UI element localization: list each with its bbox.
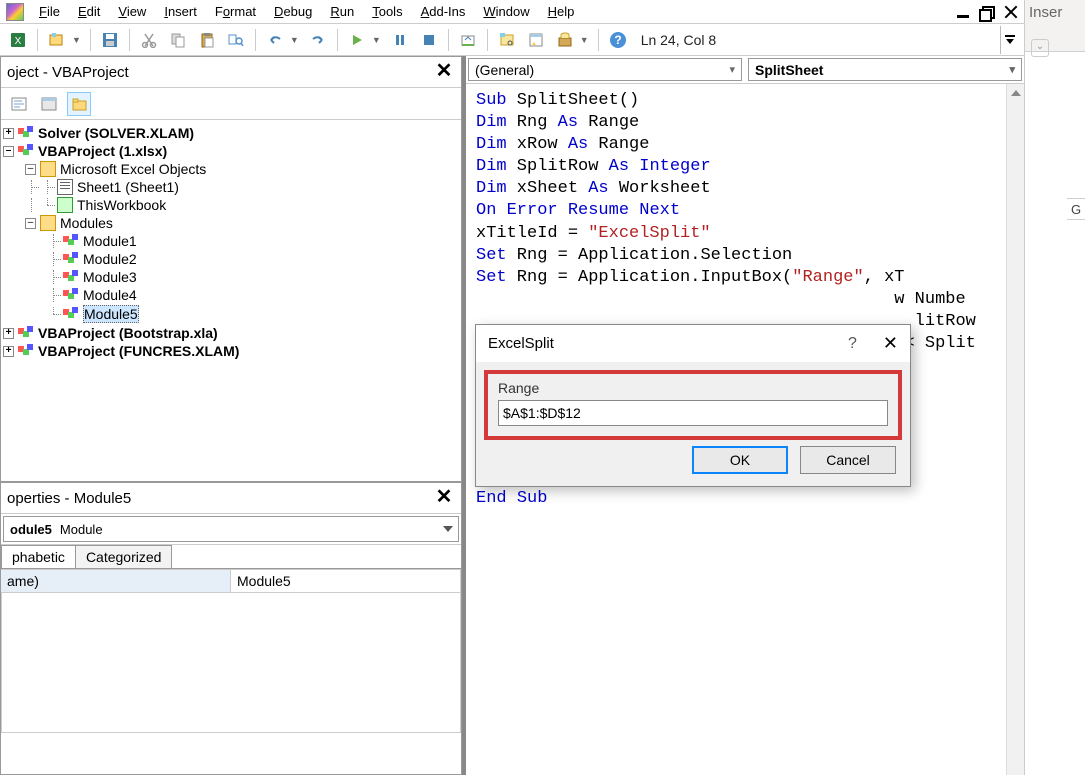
tree-item-modules[interactable]: Modules: [60, 215, 113, 231]
reset-icon[interactable]: [417, 28, 441, 52]
ok-button[interactable]: OK: [692, 446, 788, 474]
design-mode-icon[interactable]: [456, 28, 480, 52]
help-icon[interactable]: ?: [848, 335, 857, 353]
properties-window-icon[interactable]: [524, 28, 548, 52]
close-icon[interactable]: ✕: [883, 333, 898, 354]
code-line: w Numbe: [476, 289, 1014, 311]
dialog-field-label: Range: [498, 380, 888, 396]
save-icon[interactable]: [98, 28, 122, 52]
project-explorer-title: oject - VBAProject: [7, 64, 129, 81]
svg-text:?: ?: [614, 33, 621, 47]
view-code-icon[interactable]: [7, 92, 31, 116]
properties-title: operties - Module5: [7, 490, 131, 507]
toolbar-overflow[interactable]: [1000, 26, 1018, 54]
menu-insert[interactable]: Insert: [155, 2, 206, 21]
project-tree[interactable]: +Solver (SOLVER.XLAM) –VBAProject (1.xls…: [1, 120, 461, 481]
properties-object-selector[interactable]: odule5 Module: [3, 516, 459, 542]
code-line: End Sub: [476, 488, 1014, 510]
cut-icon[interactable]: [137, 28, 161, 52]
menu-edit[interactable]: Edit: [69, 2, 109, 21]
app-icon: [6, 3, 24, 21]
help-icon[interactable]: ?: [606, 28, 630, 52]
scrollbar-vertical[interactable]: [1006, 84, 1024, 775]
menu-help[interactable]: Help: [539, 2, 584, 21]
menu-debug[interactable]: Debug: [265, 2, 321, 21]
redo-icon[interactable]: [306, 28, 330, 52]
code-line: Dim Rng As Range: [476, 112, 1014, 134]
tree-item-funcres[interactable]: VBAProject (FUNCRES.XLAM): [38, 343, 239, 359]
close-icon[interactable]: ✕: [433, 61, 455, 83]
menu-tools[interactable]: Tools: [363, 2, 411, 21]
tab-alphabetic[interactable]: phabetic: [1, 545, 76, 568]
column-header-g[interactable]: G: [1067, 198, 1085, 220]
tree-item-module3[interactable]: Module3: [83, 269, 137, 285]
menu-bar: FileEditViewInsertFormatDebugRunToolsAdd…: [0, 0, 1024, 24]
break-icon[interactable]: [388, 28, 412, 52]
cancel-button[interactable]: Cancel: [800, 446, 896, 474]
close-icon[interactable]: ✕: [433, 487, 455, 509]
code-line: Dim xRow As Range: [476, 134, 1014, 156]
properties-panel: operties - Module5 ✕ odule5 Module phabe…: [0, 482, 462, 775]
menu-add-ins[interactable]: Add-Ins: [412, 2, 475, 21]
tree-item-sheet1[interactable]: Sheet1 (Sheet1): [77, 179, 179, 195]
toggle-folders-icon[interactable]: [67, 92, 91, 116]
menu-run[interactable]: Run: [321, 2, 363, 21]
menu-view[interactable]: View: [109, 2, 155, 21]
tree-item-module4[interactable]: Module4: [83, 287, 137, 303]
menu-format[interactable]: Format: [206, 2, 265, 21]
close-button[interactable]: [1004, 5, 1018, 19]
range-input[interactable]: [498, 400, 888, 426]
inputbox-dialog: ExcelSplit ? ✕ Range OK Cancel: [475, 324, 911, 487]
tree-item-bootstrap[interactable]: VBAProject (Bootstrap.xla): [38, 325, 218, 341]
cursor-position: Ln 24, Col 8: [641, 32, 717, 48]
menu-window[interactable]: Window: [474, 2, 538, 21]
view-object-icon[interactable]: [37, 92, 61, 116]
tree-item-module2[interactable]: Module2: [83, 251, 137, 267]
excel-window-sliver: Inser ⌄ G: [1024, 0, 1085, 775]
code-line: Set Rng = Application.Selection: [476, 245, 1014, 267]
excel-icon[interactable]: X: [6, 28, 30, 52]
tab-categorized[interactable]: Categorized: [75, 545, 173, 568]
run-icon[interactable]: [345, 28, 369, 52]
minimize-button[interactable]: [956, 5, 970, 19]
tree-item-module5[interactable]: Module5: [83, 305, 139, 323]
code-line: xTitleId = "ExcelSplit": [476, 223, 1014, 245]
dialog-title: ExcelSplit: [488, 335, 554, 352]
code-line: On Error Resume Next: [476, 200, 1014, 222]
copy-icon[interactable]: [166, 28, 190, 52]
chevron-down-icon[interactable]: ⌄: [1031, 39, 1049, 57]
paste-icon[interactable]: [195, 28, 219, 52]
menu-file[interactable]: File: [30, 2, 69, 21]
procedure-dropdown[interactable]: SplitSheet ▾: [748, 58, 1022, 81]
tree-item-solver[interactable]: Solver (SOLVER.XLAM): [38, 125, 194, 141]
code-line: Sub SplitSheet(): [476, 90, 1014, 112]
insert-object-icon[interactable]: [45, 28, 69, 52]
main-toolbar: X ▼ ▼ ▼ ▼ ? Ln 24, Col 8: [0, 24, 1024, 56]
restore-button[interactable]: [980, 5, 994, 19]
object-dropdown[interactable]: (General) ▾: [468, 58, 742, 81]
tree-item-excel-objects[interactable]: Microsoft Excel Objects: [60, 161, 206, 177]
tree-item-module1[interactable]: Module1: [83, 233, 137, 249]
property-name-label: ame): [1, 570, 231, 593]
object-browser-icon[interactable]: [553, 28, 577, 52]
code-line: Dim SplitRow As Integer: [476, 156, 1014, 178]
code-line: Set Rng = Application.InputBox("Range", …: [476, 267, 1014, 289]
property-name-value[interactable]: Module5: [231, 570, 461, 593]
ribbon-tab-insert[interactable]: Inser: [1029, 4, 1062, 21]
tree-item-vbaproject[interactable]: VBAProject (1.xlsx): [38, 143, 167, 159]
tree-item-thisworkbook[interactable]: ThisWorkbook: [77, 197, 166, 213]
undo-icon[interactable]: [263, 28, 287, 52]
find-icon[interactable]: [224, 28, 248, 52]
project-explorer: oject - VBAProject ✕ +Solver (SOLVER.XLA…: [0, 56, 462, 482]
svg-text:X: X: [15, 36, 22, 47]
scroll-up-icon[interactable]: [1007, 84, 1024, 102]
code-line: Dim xSheet As Worksheet: [476, 178, 1014, 200]
project-explorer-icon[interactable]: [495, 28, 519, 52]
